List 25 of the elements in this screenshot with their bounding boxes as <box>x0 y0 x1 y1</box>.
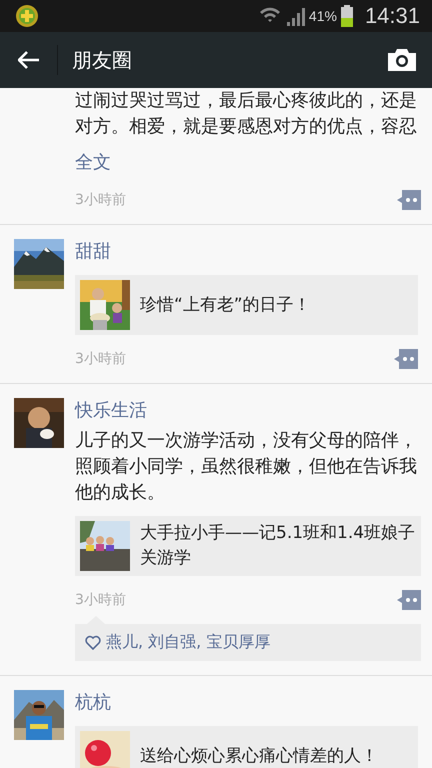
clock: 14:31 <box>364 3 420 29</box>
link-card[interactable]: 送给心烦心累心痛心情差的人！ <box>75 726 418 768</box>
liker-names[interactable]: 燕儿, 刘自强, 宝贝厚厚 <box>106 632 270 653</box>
signal-icon <box>284 6 305 26</box>
comment-icon[interactable] <box>397 590 421 610</box>
post-text: 儿子的又一次游学活动，没有父母的陪伴，照顾着小同学，虽然很稚嫩，但他在告诉我他的成长。 <box>75 429 418 505</box>
link-card[interactable]: 珍惜“上有老”的日子！ <box>75 275 418 335</box>
full-text-link[interactable]: 全文 <box>75 150 111 176</box>
post-time: 3小時前 <box>75 350 126 368</box>
battery-percentage: 41% <box>308 8 337 24</box>
post-time: 3小時前 <box>75 191 126 209</box>
user-name[interactable]: 甜甜 <box>75 239 418 265</box>
page-title: 朋友圈 <box>72 46 132 74</box>
post-text: 过闹过哭过骂过，最后最心疼彼此的，还是对方。相爱，就是要感恩对方的优点，容忍 <box>75 89 418 139</box>
comment-icon[interactable] <box>394 349 418 369</box>
heart-icon <box>85 635 101 650</box>
battery-icon <box>340 5 353 27</box>
comment-icon[interactable] <box>397 190 421 210</box>
post-time: 3小時前 <box>75 591 126 609</box>
back-arrow-icon <box>18 51 40 69</box>
app-icon <box>16 5 38 27</box>
camera-icon <box>388 49 416 71</box>
link-card[interactable]: 大手拉小手——记5.1班和1.4班娘子关游学 <box>75 516 421 576</box>
user-name[interactable]: 杭杭 <box>75 690 418 716</box>
user-name[interactable]: 快乐生活 <box>75 398 421 424</box>
